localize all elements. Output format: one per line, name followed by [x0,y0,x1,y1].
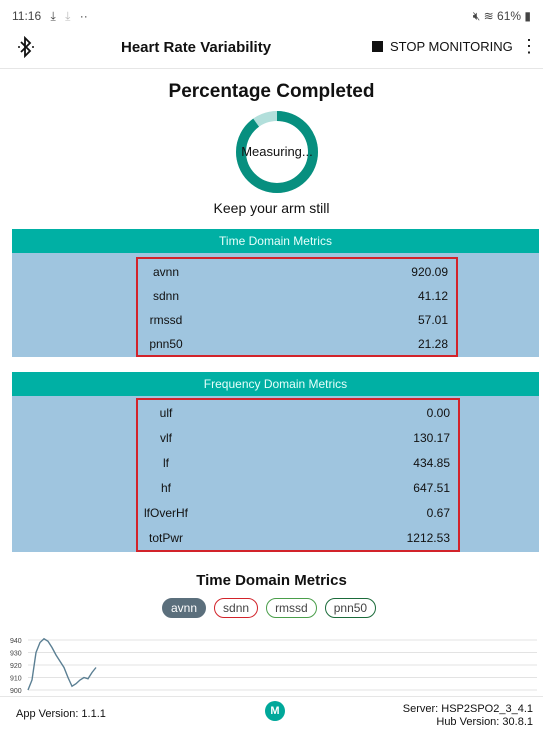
chip-avnn[interactable]: avnn [162,598,207,618]
metric-row: ulf 0.00 [138,400,458,425]
metric-row: rmssd 57.01 [138,307,456,331]
chip-sdnn[interactable]: sdnn [214,598,259,618]
chart-title: Time Domain Metrics [196,572,347,589]
progress-title: Percentage Completed [168,81,375,102]
metric-value: 41.12 [417,289,448,303]
maxim-logo: M [265,701,285,721]
metric-row: lfOverHf 0.67 [138,500,458,525]
avnn-line-chart: 940 930 920 910 900 [10,637,537,694]
more-vert-icon[interactable]: ⋮ [520,36,538,57]
server-version: Server: HSP2SPO2_3_4.1 [402,703,533,715]
y-tick-label: 900 [10,688,22,694]
frequency-domain-table: ulf 0.00 vlf 130.17 lf 434.85 hf 647.51 … [136,398,460,552]
metric-value: 21.28 [417,337,448,351]
metric-row: pnn50 21.28 [138,331,456,355]
metric-name: totPwr [148,531,183,545]
metric-value: 130.17 [413,431,450,445]
time-domain-table: avnn 920.09 sdnn 41.12 rmssd 57.01 pnn50… [136,257,458,357]
metric-name: lf [163,456,169,470]
metric-value: 57.01 [417,313,448,327]
metric-row: avnn 920.09 [138,259,456,283]
page-title: Heart Rate Variability [121,39,272,56]
download-icon: ⤓ [50,9,56,23]
app-version: App Version: 1.1.1 [16,708,106,720]
metric-row: lf 434.85 [138,450,458,475]
hub-version: Hub Version: 30.8.1 [436,716,533,728]
metric-name: sdnn [152,289,180,303]
y-tick-label: 930 [10,651,22,658]
bluetooth-icon[interactable] [18,35,34,64]
metric-row: hf 647.51 [138,475,458,500]
metric-name: vlf [160,431,172,445]
avnn-series-line [27,637,97,691]
y-tick-label: 920 [10,663,22,670]
metric-value: 920.09 [411,265,448,279]
metric-name: avnn [152,265,180,279]
footer: App Version: 1.1.1 M Server: HSP2SPO2_3_… [0,696,543,730]
frequency-domain-header: Frequency Domain Metrics [12,372,539,396]
metric-name: pnn50 [149,337,183,351]
metric-chip-group: avnn sdnn rmssd pnn50 [162,598,377,618]
progress-status: Measuring... [241,144,313,159]
time-domain-panel: Time Domain Metrics avnn 920.09 sdnn 41.… [12,229,539,357]
battery-icon: ▮ [524,9,531,23]
chip-rmssd[interactable]: rmssd [266,598,317,618]
stop-monitoring-label: STOP MONITORING [390,39,513,54]
metric-row: sdnn 41.12 [138,283,456,307]
metric-row: totPwr 1212.53 [138,525,458,550]
metric-value: 0.67 [426,506,450,520]
metric-name: ulf [159,406,173,420]
metric-name: lfOverHf [143,506,188,520]
metric-value: 1212.53 [406,531,450,545]
instruction-text: Keep your arm still [213,200,330,216]
stop-monitoring-button[interactable]: STOP MONITORING [372,39,513,54]
metric-row: vlf 130.17 [138,425,458,450]
y-tick-label: 940 [10,638,22,645]
metric-name: hf [160,481,171,495]
metric-value: 434.85 [413,456,450,470]
more-notifications-icon: ·· [79,9,88,23]
status-bar: 11:16 ⤓ ⤓ ·· 🔇︎ ≋ 61% ▮ [0,0,543,30]
metric-value: 647.51 [413,481,450,495]
metric-value: 0.00 [426,406,450,420]
time-domain-header: Time Domain Metrics [12,229,539,253]
server-info: Server: HSP2SPO2_3_4.1 Hub Version: 30.8… [403,703,533,729]
download-icon: ⤓ [65,9,71,23]
battery-percent: 61% [497,9,522,23]
chip-pnn50[interactable]: pnn50 [324,598,377,618]
wifi-icon: ≋ [483,9,494,23]
y-tick-label: 910 [10,676,22,683]
status-time: 11:16 [12,9,42,23]
frequency-domain-panel: Frequency Domain Metrics ulf 0.00 vlf 13… [12,372,539,552]
app-bar: Heart Rate Variability STOP MONITORING ⋮ [0,30,543,69]
mute-icon: 🔇︎ [472,9,481,23]
stop-icon [372,41,383,52]
metric-name: rmssd [149,313,183,327]
